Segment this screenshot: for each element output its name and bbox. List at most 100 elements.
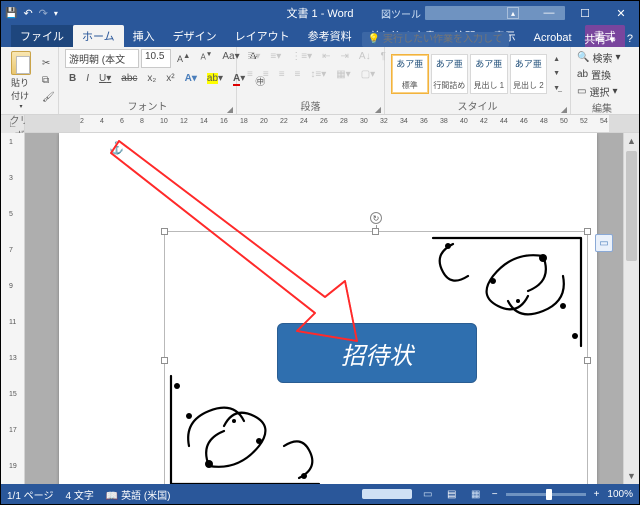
vertical-scrollbar[interactable]: ▲ ▼ [623,133,639,484]
line-spacing-button[interactable]: ↕≡▾ [306,67,330,82]
styles-down-icon[interactable]: ▼ [549,68,564,79]
paste-button[interactable]: 貼り付け ▾ [7,49,35,112]
group-styles: あア亜標準 あア亜行間詰め あア亜見出し 1 あア亜見出し 2 ▲ ▼ ▼̲ ス… [385,47,571,114]
styles-more-icon[interactable]: ▼̲ [549,83,564,94]
tell-me-box[interactable]: 💡 [362,32,509,47]
numbering-button[interactable]: ≡▾ [266,49,285,64]
shading-button[interactable]: ▦▾ [332,67,354,82]
resize-handle-tr[interactable] [584,228,591,235]
scroll-up-icon[interactable]: ▲ [624,133,639,149]
flourish-bottom-left [169,366,359,484]
shrink-font-icon[interactable]: A▼ [196,49,216,68]
para-launcher-icon[interactable]: ◢ [375,105,381,114]
cut-icon[interactable]: ✂ [38,56,59,71]
align-left-button[interactable]: ≡ [243,67,257,82]
tab-references[interactable]: 参考資料 [299,25,361,47]
font-size-select[interactable]: 10.5 [141,49,171,68]
tab-layout[interactable]: レイアウト [226,25,299,47]
view-read-icon[interactable]: ▭ [420,487,436,501]
font-launcher-icon[interactable]: ◢ [227,105,233,114]
page-count[interactable]: 1/1 ページ [7,487,53,502]
qat-more-icon[interactable]: ▾ [54,9,58,18]
group-editing: 🔍検索▾ ab置換 ▭選択▾ 編集 [571,47,633,114]
styles-up-icon[interactable]: ▲ [549,54,564,65]
style-heading2[interactable]: あア亜見出し 2 [510,54,548,94]
highlight-button[interactable]: ab▾ [203,71,227,90]
strike-button[interactable]: abc [117,71,141,90]
close-button[interactable]: ✕ [603,1,639,25]
vertical-ruler[interactable]: 135791113151719 [1,133,25,484]
view-print-icon[interactable]: ▤ [444,487,460,501]
tab-acrobat[interactable]: Acrobat [525,29,581,47]
layout-options-icon[interactable]: ▭ [595,234,613,252]
bold-button[interactable]: B [65,71,80,90]
resize-handle-t[interactable] [372,228,379,235]
save-icon[interactable]: 💾 [5,8,17,19]
borders-button[interactable]: ▢▾ [357,67,379,82]
horizontal-scroll[interactable] [362,489,412,499]
redo-icon[interactable]: ↷ [39,7,48,20]
word-count[interactable]: 4 文字 [65,487,93,502]
style-normal[interactable]: あア亜標準 [391,54,429,94]
ribbon-tabs: ファイル ホーム 挿入 デザイン レイアウト 参考資料 差し込み文書 校閲 表示… [1,25,639,47]
search-icon: 🔍 [577,52,589,63]
minimize-button[interactable]: — [531,1,567,25]
zoom-in-button[interactable]: + [594,489,600,500]
resize-handle-l[interactable] [161,357,168,364]
styles-launcher-icon[interactable]: ◢ [561,105,567,114]
subscript-button[interactable]: x₂ [143,71,160,90]
zoom-slider[interactable] [506,493,586,496]
format-painter-icon[interactable]: 🖌 [38,90,59,105]
align-justify-button[interactable]: ≡ [291,67,305,82]
view-web-icon[interactable]: ▦ [468,487,484,501]
title-shape[interactable]: 招待状 [277,323,477,383]
resize-handle-tl[interactable] [161,228,168,235]
group-editing-label: 編集 [577,100,627,116]
find-button[interactable]: 🔍検索▾ [577,49,620,66]
document-canvas[interactable]: ⚓ ▭ [25,133,623,484]
group-paragraph-label: 段落 [301,102,321,113]
style-nospacing[interactable]: あア亜行間詰め [431,54,469,94]
scroll-thumb[interactable] [626,151,637,261]
scroll-down-icon[interactable]: ▼ [624,468,639,484]
tab-design[interactable]: デザイン [164,25,226,47]
italic-button[interactable]: I [82,71,93,90]
group-styles-label: スタイル [458,102,498,113]
zoom-out-button[interactable]: − [492,489,498,500]
title-shape-text: 招待状 [341,336,413,371]
replace-button[interactable]: ab置換 [577,66,611,83]
align-center-button[interactable]: ≡ [259,67,273,82]
tell-me-input[interactable] [383,34,503,45]
rotate-handle[interactable] [370,212,382,224]
group-font-label: フォント [128,102,168,113]
align-right-button[interactable]: ≡ [275,67,289,82]
horizontal-ruler[interactable]: 2468101214161820222426283032343638404244… [25,115,639,133]
copy-icon[interactable]: ⧉ [38,73,59,88]
page[interactable]: ⚓ ▭ [59,133,597,484]
sort-button[interactable]: A↓ [355,49,375,64]
style-heading1[interactable]: あア亜見出し 1 [470,54,508,94]
maximize-button[interactable]: ☐ [567,1,603,25]
multilevel-button[interactable]: ⋮≡▾ [287,49,316,64]
indent-inc-button[interactable]: ⇥ [337,49,353,64]
ribbon-options-icon[interactable]: ▴ [495,1,531,25]
tab-home[interactable]: ホーム [73,25,124,47]
underline-button[interactable]: U▾ [95,71,115,90]
tab-insert[interactable]: 挿入 [124,25,164,47]
font-name-select[interactable]: 游明朝 (本文 [65,49,139,68]
indent-dec-button[interactable]: ⇤ [318,49,334,64]
resize-handle-r[interactable] [584,357,591,364]
share-button[interactable]: 共有 ▾ [584,31,615,47]
grow-font-icon[interactable]: A▲ [173,49,194,68]
undo-icon[interactable]: ↶ [23,7,32,20]
superscript-button[interactable]: x² [162,71,178,90]
language-status[interactable]: 📖 英語 (米国) [106,487,171,502]
tab-file[interactable]: ファイル [11,25,73,47]
select-button[interactable]: ▭選択▾ [577,83,617,100]
zoom-level[interactable]: 100% [607,489,633,500]
help-icon[interactable]: ? [627,33,633,45]
text-effects-button[interactable]: A▾ [181,71,201,90]
bullets-button[interactable]: ≣▾ [243,49,264,64]
contextual-tab-label: 図ツール [381,6,421,21]
anchor-icon: ⚓ [109,141,124,155]
